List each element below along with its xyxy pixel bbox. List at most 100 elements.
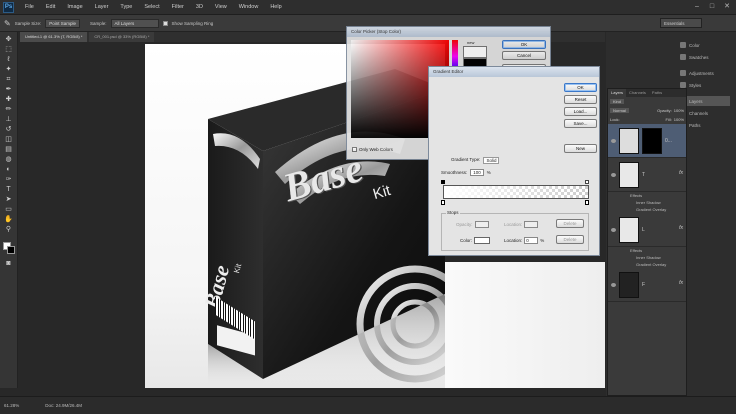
smoothness-input[interactable]: 100 [470, 169, 484, 176]
layer-row[interactable]: F fx [608, 268, 686, 302]
sample-dropdown[interactable]: All Layers [110, 18, 159, 28]
maximize-icon[interactable]: □ [706, 2, 718, 12]
type-tool-icon[interactable]: T [4, 186, 14, 194]
stamp-tool-icon[interactable]: ⊥ [4, 116, 14, 124]
brush-tool-icon[interactable]: ✏ [4, 106, 14, 114]
visibility-eye-icon[interactable] [611, 172, 616, 177]
tab-layers[interactable]: Layers [608, 89, 627, 97]
panel-channels[interactable]: Channels [680, 108, 730, 118]
show-sampling-ring-checkbox[interactable] [162, 20, 168, 26]
color-swatches[interactable] [2, 242, 15, 254]
stop-color-location-input[interactable]: 0 [524, 236, 539, 244]
menu-layer[interactable]: Layer [89, 4, 115, 10]
color-picker-ok-button[interactable]: OK [502, 40, 546, 49]
menu-window[interactable]: Window [233, 4, 265, 10]
hand-tool-icon[interactable]: ✋ [4, 216, 14, 224]
eraser-tool-icon[interactable]: ◫ [4, 136, 14, 144]
quick-mask-icon[interactable]: ◙ [4, 260, 14, 268]
lasso-tool-icon[interactable]: ℓ [4, 56, 14, 64]
opacity-value[interactable]: 100% [674, 108, 684, 113]
tab-document-2[interactable]: CR_001.psd @ 33% (RGB/8) * [89, 32, 155, 42]
close-icon[interactable]: ✕ [721, 2, 733, 12]
sample-label: Sample: [89, 20, 107, 26]
visibility-eye-icon[interactable] [611, 282, 616, 287]
gradient-overlay-effect[interactable]: Gradient Overlay [608, 206, 686, 213]
sample-size-dropdown[interactable]: Point Sample [45, 18, 80, 28]
menu-view[interactable]: View [209, 4, 233, 10]
opacity-stop-right[interactable] [585, 180, 589, 184]
fx-icon[interactable]: fx [679, 280, 683, 286]
tab-document-1[interactable]: Untitled-1 @ 61.3% (T, RGB/8) * [20, 32, 88, 42]
layer-row[interactable]: L fx [608, 213, 686, 247]
stop-color-swatch[interactable] [474, 236, 491, 244]
pen-tool-icon[interactable]: ✑ [4, 176, 14, 184]
gradient-type-dropdown[interactable]: Solid [483, 157, 500, 164]
inner-shadow-effect[interactable]: Inner Shadow [608, 199, 686, 206]
move-tool-icon[interactable]: ✥ [4, 36, 14, 44]
color-picker-cancel-button[interactable]: Cancel [502, 51, 546, 60]
zoom-level[interactable]: 61.28% [4, 403, 19, 408]
eyedropper-tool-icon[interactable]: ✒ [4, 86, 14, 94]
menu-filter[interactable]: Filter [166, 4, 190, 10]
panel-color[interactable]: Color [680, 40, 730, 50]
menu-help[interactable]: Help [264, 4, 287, 10]
doc-size[interactable]: Doc: 24.9M/26.4M [45, 403, 82, 408]
dodge-tool-icon[interactable]: ◐ [4, 166, 14, 174]
marquee-tool-icon[interactable]: ⬚ [4, 46, 14, 54]
shape-tool-icon[interactable]: ▭ [4, 206, 14, 214]
path-select-tool-icon[interactable]: ➤ [4, 196, 14, 204]
menu-select[interactable]: Select [138, 4, 165, 10]
inner-shadow-effect[interactable]: Inner Shadow [608, 254, 686, 261]
history-brush-icon[interactable]: ↺ [4, 126, 14, 134]
color-stop-left[interactable] [441, 200, 445, 205]
menu-type[interactable]: Type [114, 4, 138, 10]
opacity-stop-left[interactable] [441, 180, 445, 184]
visibility-eye-icon[interactable] [611, 227, 616, 232]
panel-swatches[interactable]: Swatches [680, 52, 730, 62]
gradient-new-button[interactable]: New [564, 144, 597, 153]
panel-paths[interactable]: Paths [680, 120, 730, 130]
layer-row[interactable]: T fx [608, 158, 686, 192]
gradient-save-button[interactable]: Save... [564, 119, 597, 128]
layer-row[interactable]: 0... [608, 124, 686, 158]
gradient-tool-icon[interactable]: ▤ [4, 146, 14, 154]
gradient-bar[interactable] [443, 185, 589, 199]
panel-styles[interactable]: Styles [680, 80, 730, 90]
fx-icon[interactable]: fx [679, 170, 683, 176]
fill-value[interactable]: 100% [674, 117, 684, 122]
fx-icon[interactable]: fx [679, 225, 683, 231]
color-stop-right[interactable] [585, 200, 589, 205]
visibility-eye-icon[interactable] [611, 138, 616, 143]
only-web-colors-checkbox[interactable] [352, 147, 357, 152]
zoom-tool-icon[interactable]: ⚲ [4, 226, 14, 234]
gradient-load-button[interactable]: Load... [564, 107, 597, 116]
stop-opacity-delete-button[interactable]: Delete [556, 219, 584, 228]
panel-adjustments[interactable]: Adjustments [680, 68, 730, 78]
gradient-reset-button[interactable]: Reset [564, 95, 597, 104]
panel-layers[interactable]: Layers [680, 96, 730, 106]
eyedropper-icon[interactable]: ✎ [4, 19, 11, 28]
menu-image[interactable]: Image [61, 4, 88, 10]
minimize-icon[interactable]: – [691, 2, 703, 12]
layer-kind-filter[interactable]: Kind [610, 99, 625, 104]
effects-label[interactable]: Effects [608, 247, 686, 254]
stop-opacity-location-input[interactable] [524, 220, 539, 228]
only-web-colors[interactable]: Only Web Colors [352, 147, 393, 152]
blur-tool-icon[interactable]: ◍ [4, 156, 14, 164]
stop-color-delete-button[interactable]: Delete [556, 235, 584, 244]
background-color-swatch[interactable] [6, 246, 15, 254]
gradient-overlay-effect[interactable]: Gradient Overlay [608, 261, 686, 268]
menu-edit[interactable]: Edit [40, 4, 61, 10]
healing-tool-icon[interactable]: ✚ [4, 96, 14, 104]
workspace-dropdown[interactable]: Essentials [660, 18, 702, 28]
stop-opacity-input[interactable] [474, 220, 489, 228]
tab-paths[interactable]: Paths [649, 89, 665, 97]
crop-tool-icon[interactable]: ⌗ [4, 76, 14, 84]
menu-3d[interactable]: 3D [190, 4, 209, 10]
tab-channels[interactable]: Channels [626, 89, 649, 97]
gradient-ok-button[interactable]: OK [564, 83, 597, 92]
quick-select-tool-icon[interactable]: ✦ [4, 66, 14, 74]
effects-label[interactable]: Effects [608, 192, 686, 199]
blend-mode-dropdown[interactable]: Normal [610, 108, 629, 113]
menu-file[interactable]: File [19, 4, 40, 10]
